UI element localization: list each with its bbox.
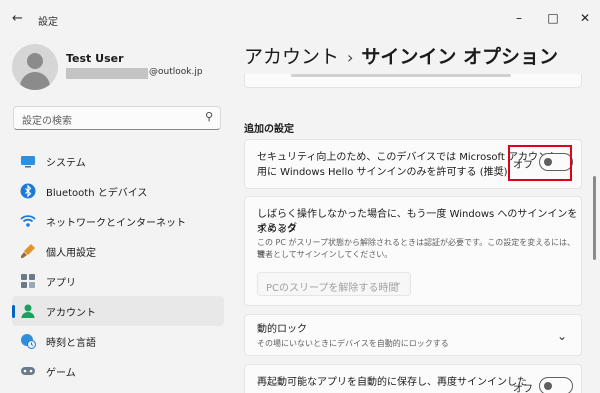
close-icon[interactable]: ✕ bbox=[572, 6, 598, 30]
restart-apps-toggle[interactable] bbox=[539, 377, 573, 393]
toggle-knob bbox=[544, 382, 552, 390]
title-bar: ← 設定 – □ ✕ bbox=[0, 0, 600, 38]
highlight-box bbox=[508, 145, 572, 181]
setting-title-line2: イミング bbox=[257, 223, 297, 234]
sidebar-item-time-language[interactable]: 時刻と言語 bbox=[12, 326, 224, 356]
setting-card-require-signin: しばらく操作しなかった場合に、もう一度 Windows へのサインインを求めるタ… bbox=[244, 196, 582, 306]
signin-timing-dropdown[interactable]: PCのスリープを解除する時間 ⌄ bbox=[257, 272, 411, 296]
setting-description: その場にいないときにデバイスを自動的にロックする bbox=[257, 339, 449, 348]
user-email-domain: @outlook.jp bbox=[149, 67, 203, 77]
app-title: 設定 bbox=[38, 17, 58, 28]
sidebar-item-label: アプリ bbox=[46, 278, 76, 289]
setting-title-line2: 用に Windows Hello サインインのみを許可する (推奨) bbox=[257, 167, 508, 178]
setting-card-restart-apps: 再起動可能なアプリを自動的に保存し、再度サインインした オフ bbox=[244, 364, 582, 393]
breadcrumb-separator: › bbox=[347, 48, 354, 67]
setting-description-line2: 理者としてサインインしてください。 bbox=[257, 250, 393, 259]
maximize-icon[interactable]: □ bbox=[540, 6, 566, 30]
sidebar-item-personalization[interactable]: 個人用設定 bbox=[12, 236, 224, 266]
restart-apps-toggle-group: オフ bbox=[513, 375, 573, 393]
apps-icon bbox=[21, 274, 35, 288]
sidebar-item-label: アカウント bbox=[46, 308, 96, 319]
sidebar-item-label: ゲーム bbox=[46, 368, 76, 379]
cropped-text bbox=[291, 74, 511, 77]
sidebar-item-gaming[interactable]: ゲーム bbox=[12, 356, 224, 386]
back-arrow-icon[interactable]: ← bbox=[12, 11, 23, 26]
setting-title-line1: しばらく操作しなかった場合に、もう一度 Windows へのサインインを求めるタ bbox=[257, 209, 578, 235]
sidebar-item-label: システム bbox=[46, 158, 86, 169]
bluetooth-icon bbox=[20, 183, 36, 199]
sidebar-item-bluetooth[interactable]: Bluetooth とデバイス bbox=[12, 176, 224, 206]
breadcrumb: アカウント › サインイン オプション bbox=[244, 42, 558, 69]
wifi-icon bbox=[20, 215, 36, 227]
search-placeholder: 設定の検索 bbox=[22, 116, 72, 127]
chevron-down-icon: ⌄ bbox=[393, 277, 402, 288]
active-indicator bbox=[12, 305, 15, 318]
monitor-icon bbox=[21, 156, 35, 168]
sidebar-item-accounts[interactable]: アカウント bbox=[12, 296, 224, 326]
sidebar-item-label: 個人用設定 bbox=[46, 248, 96, 259]
toggle-state-label: オフ bbox=[513, 384, 533, 393]
user-name: Test User bbox=[66, 52, 124, 65]
setting-card-dynamic-lock[interactable]: 動的ロック その場にいないときにデバイスを自動的にロックする ⌄ bbox=[244, 314, 582, 356]
sidebar-item-label: 時刻と言語 bbox=[46, 338, 96, 349]
setting-title: 動的ロック bbox=[257, 324, 307, 335]
dropdown-value: PCのスリープを解除する時間 bbox=[266, 283, 399, 294]
avatar bbox=[12, 44, 58, 90]
setting-title-line1: 再起動可能なアプリを自動的に保存し、再度サインインした bbox=[257, 377, 527, 388]
gamepad-icon bbox=[21, 367, 35, 375]
sidebar-nav: システム Bluetooth とデバイス ネットワークとインターネット 個人用設… bbox=[12, 146, 224, 386]
search-icon[interactable]: ⚲ bbox=[205, 110, 213, 123]
previous-setting-card bbox=[244, 74, 582, 88]
sidebar-item-network[interactable]: ネットワークとインターネット bbox=[12, 206, 224, 236]
breadcrumb-parent[interactable]: アカウント bbox=[244, 46, 339, 68]
paintbrush-icon bbox=[21, 244, 35, 258]
section-title: 追加の設定 bbox=[244, 124, 294, 135]
sidebar-item-label: Bluetooth とデバイス bbox=[46, 188, 148, 199]
minimize-icon[interactable]: – bbox=[506, 6, 532, 30]
sidebar-item-apps[interactable]: アプリ bbox=[12, 266, 224, 296]
page-title: サインイン オプション bbox=[361, 46, 559, 68]
globe-clock-icon bbox=[21, 334, 36, 349]
person-icon bbox=[21, 304, 35, 318]
search-input[interactable]: 設定の検索 ⚲ bbox=[13, 106, 221, 130]
sidebar-item-system[interactable]: システム bbox=[12, 146, 224, 176]
user-profile: Test User @outlook.jp bbox=[12, 44, 224, 94]
email-redaction bbox=[66, 68, 148, 79]
scrollbar[interactable] bbox=[593, 176, 596, 260]
chevron-down-icon[interactable]: ⌄ bbox=[557, 329, 567, 343]
sidebar-item-label: ネットワークとインターネット bbox=[46, 218, 186, 229]
